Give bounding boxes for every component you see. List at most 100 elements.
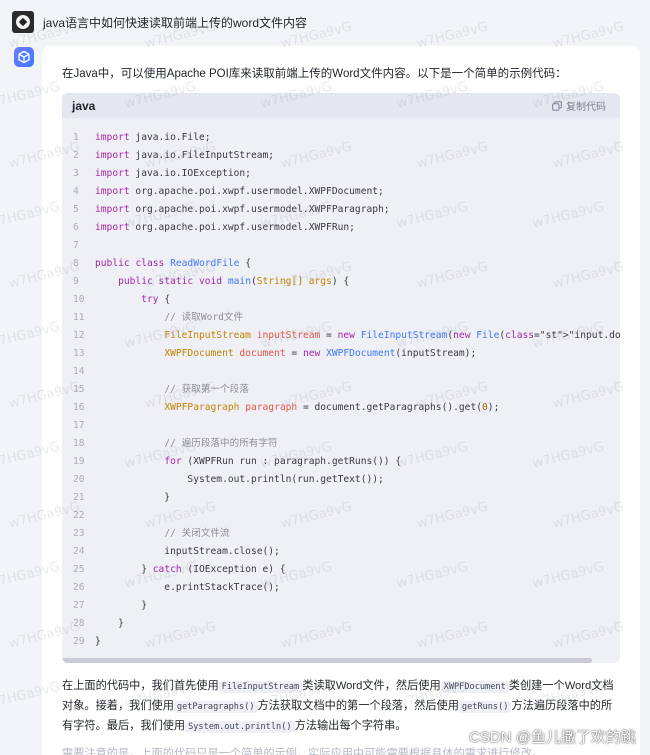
code-line: 12 FileInputStream inputStream = new Fil… xyxy=(62,327,620,345)
line-number: 2 xyxy=(73,150,79,161)
line-number: 24 xyxy=(73,546,85,557)
user-avatar xyxy=(12,11,34,33)
code-line-text: } xyxy=(95,600,147,611)
line-number: 18 xyxy=(73,438,85,449)
line-number: 22 xyxy=(73,510,85,521)
code-line-text: import org.apache.poi.xwpf.usermodel.XWP… xyxy=(95,222,355,233)
code-line: 15 // 获取第一个段落 xyxy=(62,381,620,399)
code-line: 24 inputStream.close(); xyxy=(62,543,620,561)
code-line-text: System.out.println(run.getText()); xyxy=(95,474,384,485)
code-line: 29} xyxy=(62,633,620,651)
code-line-text: // 遍历段落中的所有字符 xyxy=(164,438,278,449)
inline-code: System.out.println() xyxy=(185,721,295,733)
line-number: 9 xyxy=(73,276,79,287)
code-line-text: // 关闭文件流 xyxy=(164,528,230,539)
code-line-text: FileInputStream inputStream = new FileIn… xyxy=(164,330,620,341)
code-block-header: java 复制代码 xyxy=(62,93,620,118)
soccer-ball-icon xyxy=(16,15,30,29)
code-line-text: } xyxy=(95,618,124,629)
assistant-avatar-icon xyxy=(14,47,34,67)
code-line: 17 xyxy=(62,417,620,435)
code-line-text: e.printStackTrace(); xyxy=(95,582,280,593)
code-line: 7 xyxy=(62,237,620,255)
line-number: 1 xyxy=(73,132,79,143)
code-line: 13 XWPFDocument document = new XWPFDocum… xyxy=(62,345,620,363)
explanation-text: 类读取Word文件，然后使用 xyxy=(302,680,441,692)
line-number: 6 xyxy=(73,222,79,233)
line-number: 11 xyxy=(73,312,85,323)
code-line: 16 XWPFParagraph paragraph = document.ge… xyxy=(62,399,620,417)
line-number: 7 xyxy=(73,240,79,251)
code-line: 9 public static void main(String[] args)… xyxy=(62,273,620,291)
line-number: 13 xyxy=(73,348,85,359)
code-line: 14 xyxy=(62,363,620,381)
code-line: 3 import java.io.IOException; xyxy=(62,165,620,183)
code-line-text: } xyxy=(95,492,171,503)
line-number: 23 xyxy=(73,528,85,539)
line-number: 17 xyxy=(73,420,85,431)
code-line: 21 } xyxy=(62,489,620,507)
code-line: 27 } xyxy=(62,597,620,615)
question-text: java语言中如何快速读取前端上传的word文件内容 xyxy=(43,15,308,30)
line-number: 29 xyxy=(73,636,85,647)
code-line-text: } xyxy=(95,636,101,647)
line-number: 20 xyxy=(73,474,85,485)
inline-code: getParagraphs() xyxy=(173,701,258,713)
code-line: 28 } xyxy=(62,615,620,633)
line-number: 21 xyxy=(73,492,85,503)
inline-code: XWPFDocument xyxy=(440,681,509,693)
code-line: 1 import java.io.File; xyxy=(62,129,620,147)
line-number: 25 xyxy=(73,564,85,575)
inline-code: getRuns() xyxy=(458,701,512,713)
code-line: 6 import org.apache.poi.xwpf.usermodel.XW… xyxy=(62,219,620,237)
line-number: 26 xyxy=(73,582,85,593)
code-line: 25 } catch (IOException e) { xyxy=(62,561,620,579)
code-line: 23 // 关闭文件流 xyxy=(62,525,620,543)
code-line-text: import java.io.File; xyxy=(95,132,211,143)
code-lines: 1 import java.io.File; 2 import java.io.Fil… xyxy=(62,129,620,651)
code-line-text: XWPFDocument document = new XWPFDocument… xyxy=(164,348,477,359)
code-line: 5 import org.apache.poi.xwpf.usermodel.XW… xyxy=(62,201,620,219)
line-number: 10 xyxy=(73,294,85,305)
line-number: 14 xyxy=(73,366,85,377)
copy-code-label: 复制代码 xyxy=(566,102,606,113)
answer-intro: 在Java中，可以使用Apache POI库来读取前端上传的Word文件内容。以… xyxy=(62,68,567,80)
question-row: java语言中如何快速读取前端上传的word文件内容 xyxy=(12,10,307,34)
code-language-label: java xyxy=(72,98,96,113)
code-line: 26 e.printStackTrace(); xyxy=(62,579,620,597)
code-line-text: } catch (IOException e) { xyxy=(95,564,286,575)
code-line-text: // 获取第一个段落 xyxy=(164,384,249,395)
line-number: 15 xyxy=(73,384,85,395)
code-line-text: XWPFParagraph paragraph = document.getPa… xyxy=(164,402,500,413)
copy-code-button[interactable]: 复制代码 xyxy=(552,98,606,113)
code-line: 20 System.out.println(run.getText()); xyxy=(62,471,620,489)
code-line-text: public static void main(String[] args) { xyxy=(118,276,350,287)
code-line-text: for (XWPFRun run : paragraph.getRuns()) … xyxy=(164,456,402,467)
code-line: 10 try { xyxy=(62,291,620,309)
code-line: 2 import java.io.FileInputStream; xyxy=(62,147,620,165)
csdn-watermark: CSDN @鱼儿撒了欢的跳 xyxy=(469,729,636,746)
code-line-text: try { xyxy=(141,294,171,305)
code-line-text: inputStream.close(); xyxy=(95,546,280,557)
code-line-text: import org.apache.poi.xwpf.usermodel.XWP… xyxy=(95,186,384,197)
inline-code: FileInputStream xyxy=(218,681,303,693)
line-number: 12 xyxy=(73,330,85,341)
code-horizontal-scrollbar[interactable] xyxy=(62,658,592,663)
line-number: 3 xyxy=(73,168,79,179)
code-line: 18 // 遍历段落中的所有字符 xyxy=(62,435,620,453)
line-number: 16 xyxy=(73,402,85,413)
line-number: 4 xyxy=(73,186,79,197)
explanation-text: 方法获取文档中的第一个段落，然后使用 xyxy=(257,700,459,712)
code-line-text: import org.apache.poi.xwpf.usermodel.XWP… xyxy=(95,204,390,215)
code-line-text: import java.io.IOException; xyxy=(95,168,251,179)
code-line: 11 // 读取Word文件 xyxy=(62,309,620,327)
code-line: 22 xyxy=(62,507,620,525)
code-line: 19 for (XWPFRun run : paragraph.getRuns(… xyxy=(62,453,620,471)
code-line: 8 public class ReadWordFile { xyxy=(62,255,620,273)
answer-card: 在Java中，可以使用Apache POI库来读取前端上传的Word文件内容。以… xyxy=(42,46,640,755)
line-number: 8 xyxy=(73,258,79,269)
line-number: 27 xyxy=(73,600,85,611)
explanation-text: 在上面的代码中，我们首先使用 xyxy=(62,680,219,692)
line-number: 28 xyxy=(73,618,85,629)
code-line: 4 import org.apache.poi.xwpf.usermodel.XW… xyxy=(62,183,620,201)
